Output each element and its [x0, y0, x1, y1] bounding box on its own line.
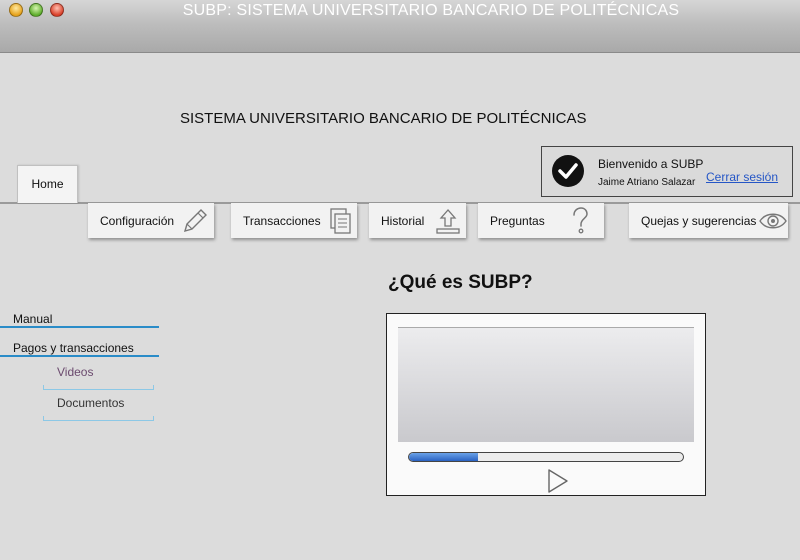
- configuracion-button[interactable]: Configuración: [88, 203, 214, 238]
- preguntas-label: Preguntas: [490, 214, 545, 228]
- subitem-underline: [43, 385, 154, 390]
- transacciones-button[interactable]: Transacciones: [231, 203, 357, 238]
- sidebar-item-label: Manual: [13, 312, 53, 326]
- sidebar-item-label: Pagos y transacciones: [13, 341, 134, 355]
- sidebar-item-underline: [0, 326, 159, 328]
- video-player: [386, 313, 706, 496]
- preguntas-button[interactable]: Preguntas: [478, 203, 604, 238]
- video-progress-bar[interactable]: [408, 452, 684, 462]
- quejas-sugerencias-label: Quejas y sugerencias: [641, 214, 757, 228]
- sidebar-subitem-videos[interactable]: Videos: [57, 365, 93, 379]
- eye-icon: [758, 208, 788, 237]
- quejas-sugerencias-button[interactable]: Quejas y sugerencias: [629, 203, 788, 238]
- transacciones-label: Transacciones: [243, 214, 321, 228]
- welcome-panel: Bienvenido a SUBP Jaime Atriano Salazar …: [541, 146, 793, 197]
- pencil-icon: [180, 206, 210, 239]
- welcome-greeting: Bienvenido a SUBP: [598, 157, 704, 171]
- app-heading: SISTEMA UNIVERSITARIO BANCARIO DE POLITÉ…: [180, 110, 587, 127]
- checkmark-icon: [552, 155, 584, 187]
- user-name: Jaime Atriano Salazar: [598, 177, 696, 188]
- sidebar-subitem-documentos[interactable]: Documentos: [57, 396, 124, 410]
- play-icon[interactable]: [546, 468, 570, 499]
- historial-button[interactable]: Historial: [369, 203, 466, 238]
- question-icon: [568, 206, 592, 239]
- video-screen[interactable]: [398, 327, 694, 442]
- window-title-bar: SUBP: SISTEMA UNIVERSITARIO BANCARIO DE …: [0, 0, 800, 53]
- configuracion-label: Configuración: [100, 214, 175, 228]
- sidebar-item-pagos-transacciones[interactable]: Pagos y transacciones: [0, 341, 159, 357]
- sidebar-item-manual[interactable]: Manual: [0, 312, 159, 328]
- tab-home[interactable]: Home: [17, 165, 78, 203]
- upload-icon: [434, 206, 462, 239]
- historial-label: Historial: [381, 214, 425, 228]
- section-title: ¿Qué es SUBP?: [388, 272, 533, 293]
- video-progress-fill: [409, 453, 478, 461]
- documents-icon: [328, 206, 354, 239]
- logout-link[interactable]: Cerrar sesión: [706, 170, 778, 184]
- subitem-underline: [43, 416, 154, 421]
- window-title: SUBP: SISTEMA UNIVERSITARIO BANCARIO DE …: [182, 2, 680, 19]
- sidebar-item-underline: [0, 355, 159, 357]
